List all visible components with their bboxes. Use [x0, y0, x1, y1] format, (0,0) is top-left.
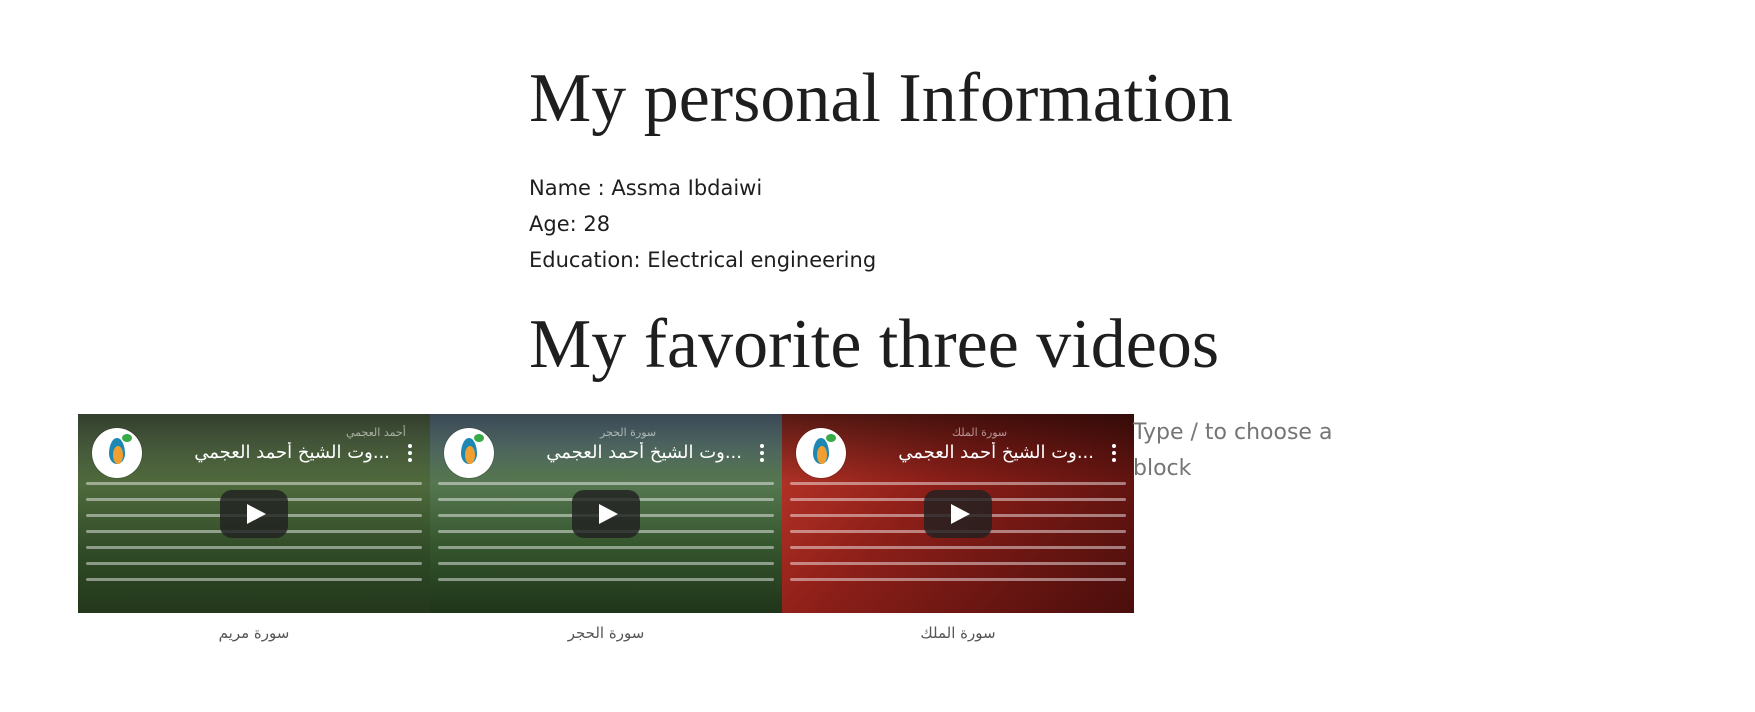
video-caption: سورة الحجر [567, 624, 645, 642]
video-thumbnail[interactable]: سورة الحجر ...وت الشيخ أحمد العجمي [430, 414, 782, 613]
play-icon[interactable] [924, 489, 992, 538]
more-options-icon[interactable] [408, 444, 412, 465]
education-text: Education: Electrical engineering [529, 248, 877, 272]
more-options-icon[interactable] [760, 444, 764, 465]
name-text: Name : Assma Ibdaiwi [529, 176, 763, 200]
channel-logo-icon[interactable] [796, 428, 846, 478]
channel-logo-icon[interactable] [444, 428, 494, 478]
video-thumbnail[interactable]: أحمد العجمي ...وت الشيخ أحمد العجمي [78, 414, 430, 613]
video-embed-1[interactable]: أحمد العجمي ...وت الشيخ أحمد العجمي سورة… [78, 414, 430, 653]
play-icon[interactable] [220, 489, 288, 538]
video-gallery: أحمد العجمي ...وت الشيخ أحمد العجمي سورة… [78, 414, 1134, 653]
channel-logo-icon[interactable] [92, 428, 142, 478]
video-thumbnail[interactable]: سورة الملك ...وت الشيخ أحمد العجمي [782, 414, 1134, 613]
videos-heading: My favorite three videos [529, 306, 1220, 383]
thumbnail-badge: سورة الملك [952, 426, 1008, 439]
age-text: Age: 28 [529, 212, 611, 236]
personal-info: Name : Assma Ibdaiwi Age: 28 Education: … [529, 170, 876, 278]
thumbnail-badge: أحمد العجمي [346, 426, 406, 439]
block-placeholder[interactable]: Type / to choose a block [1133, 415, 1338, 487]
video-title[interactable]: ...وت الشيخ أحمد العجمي [502, 442, 742, 463]
video-caption: سورة مريم [218, 624, 290, 642]
video-title[interactable]: ...وت الشيخ أحمد العجمي [150, 442, 390, 463]
page-title: My personal Information [529, 60, 1233, 137]
video-title[interactable]: ...وت الشيخ أحمد العجمي [854, 442, 1094, 463]
video-embed-2[interactable]: سورة الحجر ...وت الشيخ أحمد العجمي سورة … [430, 414, 782, 653]
video-caption: سورة الملك [920, 624, 996, 642]
more-options-icon[interactable] [1112, 444, 1116, 465]
play-icon[interactable] [572, 489, 640, 538]
thumbnail-badge: سورة الحجر [600, 426, 657, 439]
video-embed-3[interactable]: سورة الملك ...وت الشيخ أحمد العجمي سورة … [782, 414, 1134, 653]
